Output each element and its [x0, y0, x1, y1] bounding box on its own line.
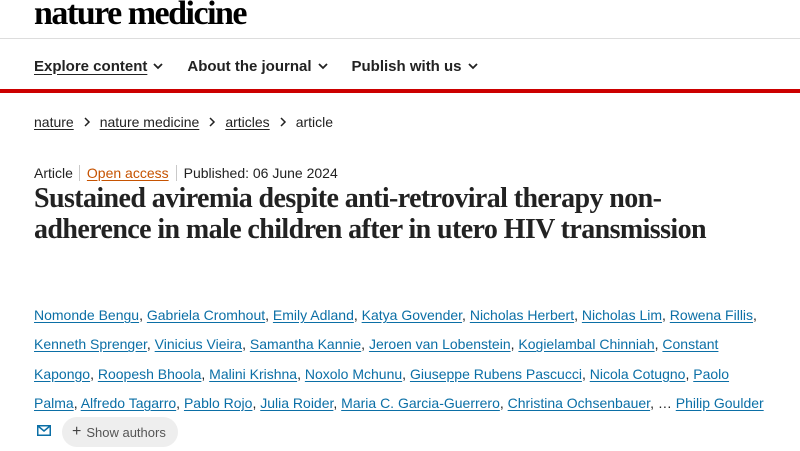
author-link[interactable]: Pablo Rojo	[184, 395, 253, 411]
chevron-down-icon	[317, 61, 328, 71]
author-link[interactable]: Gabriela Cromhout	[147, 307, 265, 323]
open-access-link[interactable]: Open access	[80, 165, 177, 181]
author-ellipsis: …	[657, 394, 672, 411]
author-link[interactable]: Kenneth Sprenger	[34, 336, 147, 352]
author-link[interactable]: Malini Krishna	[209, 366, 297, 382]
author-link[interactable]: Samantha Kannie	[250, 336, 361, 352]
chevron-down-icon	[467, 61, 478, 71]
article-title: Sustained aviremia despite anti-retrovir…	[34, 183, 707, 245]
chevron-right-icon	[208, 117, 216, 127]
plus-icon: +	[72, 423, 82, 441]
author-link[interactable]: Nomonde Bengu	[34, 307, 139, 323]
author-link[interactable]: Giuseppe Rubens Pascucci	[410, 366, 582, 382]
article-type: Article	[34, 165, 80, 181]
main-nav: Explore content About the journal Publis…	[34, 54, 502, 78]
breadcrumb-nature-medicine[interactable]: nature medicine	[100, 114, 200, 130]
author-link[interactable]: Maria C. Garcia-Guerrero	[341, 395, 500, 411]
breadcrumb-nature[interactable]: nature	[34, 114, 74, 130]
author-link[interactable]: Rowena Fillis	[670, 307, 753, 323]
show-authors-button[interactable]: + Show authors	[62, 417, 178, 448]
article-meta: Article Open access Published: 06 June 2…	[34, 165, 338, 181]
nav-explore-content[interactable]: Explore content	[34, 58, 163, 75]
author-link[interactable]: Nicholas Herbert	[470, 307, 574, 323]
author-link[interactable]: Emily Adland	[273, 307, 354, 323]
breadcrumb: nature nature medicine articles article	[34, 114, 333, 130]
nav-label: Explore content	[34, 57, 148, 75]
chevron-right-icon	[279, 117, 287, 127]
show-authors-label: Show authors	[86, 424, 166, 440]
author-link[interactable]: Christina Ochsenbauer	[508, 395, 650, 411]
breadcrumb-current: article	[295, 114, 334, 130]
mail-icon[interactable]	[37, 425, 53, 437]
author-link[interactable]: Jeroen van Lobenstein	[369, 336, 511, 352]
chevron-right-icon	[83, 117, 91, 127]
author-link[interactable]: Julia Roider	[260, 395, 333, 411]
author-list: Nomonde Bengu, Gabriela Cromhout, Emily …	[34, 301, 774, 448]
breadcrumb-articles[interactable]: articles	[225, 114, 269, 130]
nav-about-journal[interactable]: About the journal	[187, 57, 328, 75]
corresponding-author-link[interactable]: Philip Goulder	[676, 395, 764, 411]
journal-logo[interactable]: nature medicine	[34, 0, 248, 34]
header-divider	[0, 38, 800, 39]
nav-publish-with-us[interactable]: Publish with us	[352, 58, 478, 75]
author-link[interactable]: Noxolo Mchunu	[305, 366, 402, 382]
accent-rule	[0, 89, 800, 93]
nav-label: About the journal	[187, 57, 312, 75]
published-date: Published: 06 June 2024	[183, 165, 338, 181]
author-link[interactable]: Nicholas Lim	[582, 307, 662, 323]
author-link[interactable]: Alfredo Tagarro	[81, 395, 176, 411]
author-link[interactable]: Roopesh Bhoola	[98, 366, 202, 382]
author-link[interactable]: Nicola Cotugno	[590, 366, 686, 382]
nav-label: Publish with us	[351, 57, 462, 75]
author-link[interactable]: Vinicius Vieira	[155, 336, 242, 352]
author-link[interactable]: Kogielambal Chinniah	[518, 336, 654, 352]
chevron-down-icon	[153, 61, 163, 71]
author-link[interactable]: Katya Govender	[362, 307, 462, 323]
